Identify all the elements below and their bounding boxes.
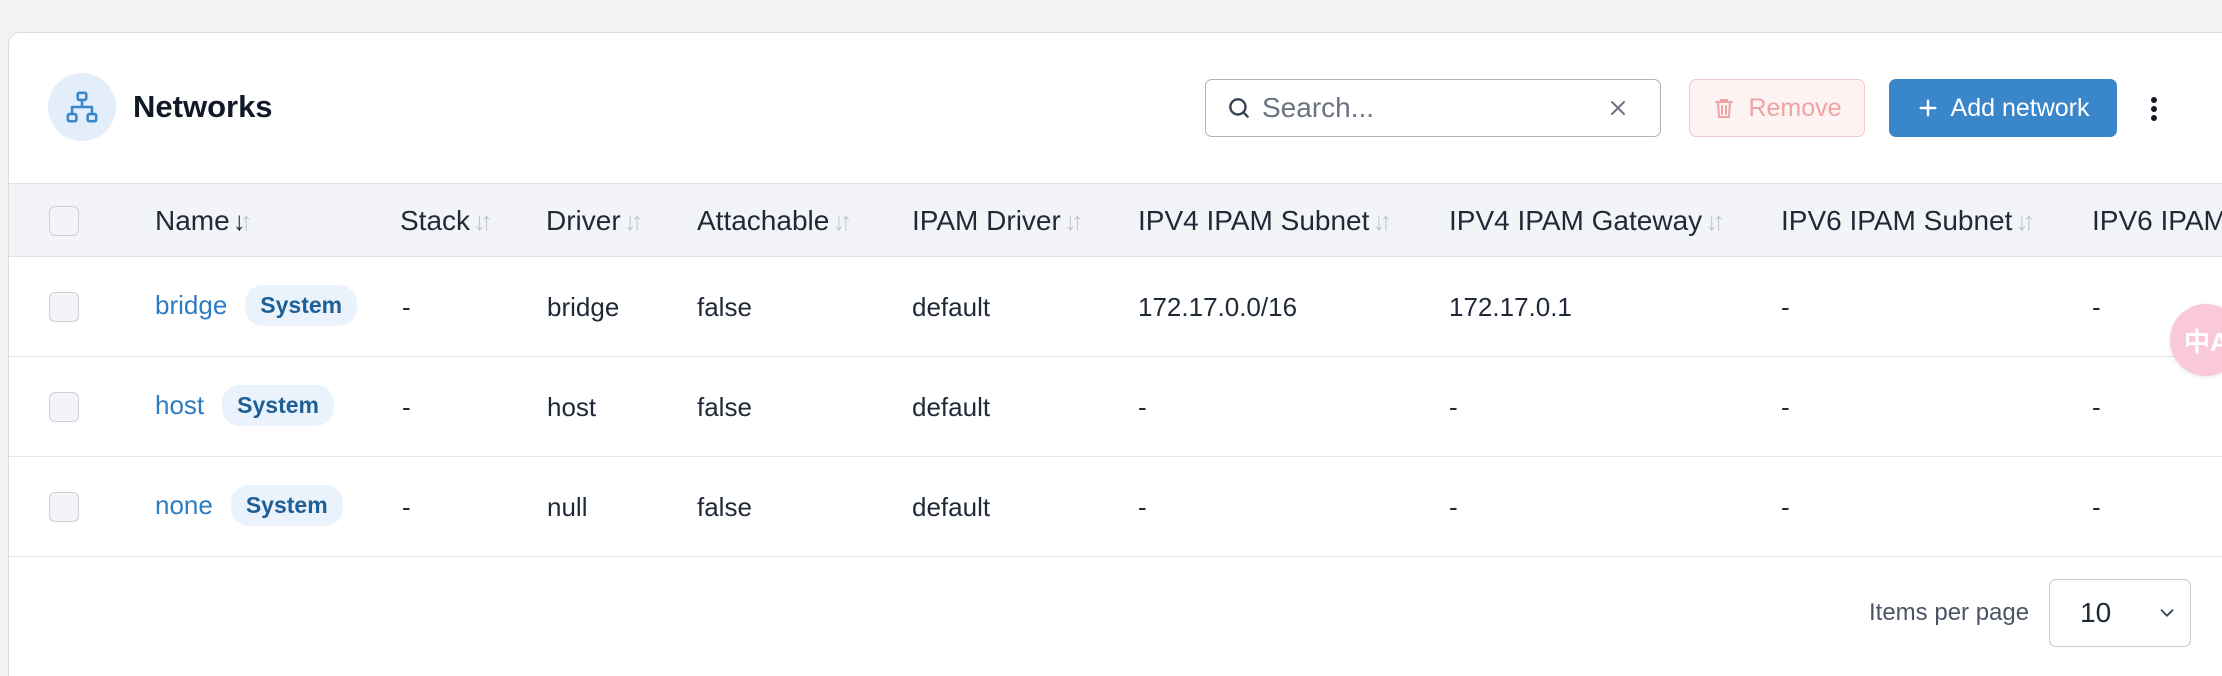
network-name-link[interactable]: none bbox=[155, 490, 213, 521]
chevron-down-icon bbox=[2160, 609, 2174, 617]
column-header-attachable[interactable]: Attachable ↓↑ bbox=[697, 205, 852, 237]
column-header-name[interactable]: Name ↓↑ bbox=[155, 205, 253, 237]
name-cell: host System bbox=[155, 385, 334, 426]
ipv6-subnet-cell: - bbox=[1781, 292, 1790, 322]
column-header-driver[interactable]: Driver ↓↑ bbox=[546, 205, 644, 237]
ipv4-gateway-cell: 172.17.0.1 bbox=[1449, 292, 1572, 322]
row-checkbox[interactable] bbox=[49, 392, 79, 422]
networks-panel: Networks Remove Add network bbox=[8, 32, 2222, 676]
sort-icon: ↓↑ bbox=[1063, 205, 1084, 236]
attachable-cell: false bbox=[697, 492, 752, 522]
sort-icon: ↓↑ bbox=[623, 205, 644, 236]
column-header-ipam-driver[interactable]: IPAM Driver ↓↑ bbox=[912, 205, 1084, 237]
more-vertical-icon bbox=[2151, 97, 2157, 121]
ipam-driver-cell: default bbox=[912, 492, 991, 522]
items-per-page-select[interactable]: 10 bbox=[2049, 579, 2191, 647]
remove-button[interactable]: Remove bbox=[1689, 79, 1865, 137]
sort-icon: ↓↑ bbox=[1705, 205, 1725, 236]
sort-icon: ↓↑ bbox=[232, 205, 253, 236]
remove-label: Remove bbox=[1748, 93, 1842, 122]
ipv4-gateway-cell: - bbox=[1449, 492, 1458, 522]
add-network-button[interactable]: Add network bbox=[1889, 79, 2117, 137]
ipv4-subnet-cell: - bbox=[1138, 392, 1147, 422]
system-badge: System bbox=[222, 385, 334, 426]
table-row: bridge System - bridge false default 172… bbox=[9, 257, 2222, 357]
ipv4-subnet-cell: 172.17.0.0/16 bbox=[1138, 292, 1298, 322]
stack-cell: - bbox=[402, 492, 411, 522]
system-badge: System bbox=[245, 285, 358, 326]
column-header-stack[interactable]: Stack ↓↑ bbox=[400, 205, 493, 237]
add-network-label: Add network bbox=[1950, 93, 2090, 122]
driver-cell: bridge bbox=[547, 292, 620, 322]
name-cell: none System bbox=[155, 485, 343, 526]
trash-icon bbox=[1715, 99, 1734, 118]
ipv6-gateway-cell: - bbox=[2092, 492, 2101, 522]
plus-icon bbox=[1918, 99, 1937, 117]
driver-cell: null bbox=[547, 492, 588, 522]
column-header-ipv4-gateway[interactable]: IPV4 IPAM Gateway ↓↑ bbox=[1449, 205, 1725, 237]
sort-icon: ↓↑ bbox=[2015, 205, 2035, 236]
sort-icon: ↓↑ bbox=[832, 205, 852, 236]
table-row: host System - host false default - - - - bbox=[9, 357, 2222, 457]
select-all-checkbox[interactable] bbox=[49, 206, 79, 236]
attachable-cell: false bbox=[697, 392, 752, 422]
ipv6-gateway-cell: - bbox=[2092, 392, 2101, 422]
ipv4-gateway-cell: - bbox=[1449, 392, 1458, 422]
search-input[interactable] bbox=[1262, 88, 1602, 128]
name-cell: bridge System bbox=[155, 285, 358, 326]
table-header: Name ↓↑ Stack ↓↑ Driver ↓↑ Attachable ↓↑… bbox=[9, 183, 2222, 257]
items-per-page-value: 10 bbox=[2080, 597, 2112, 628]
stack-cell: - bbox=[402, 392, 411, 422]
page-title: Networks bbox=[133, 89, 273, 124]
row-checkbox[interactable] bbox=[49, 492, 79, 522]
stack-cell: - bbox=[402, 292, 411, 322]
network-icon bbox=[48, 73, 116, 141]
search-icon bbox=[1229, 98, 1249, 118]
panel-header: Networks Remove Add network bbox=[9, 33, 2222, 183]
table-row: none System - null false default - - - - bbox=[9, 457, 2222, 557]
ipv4-subnet-cell: - bbox=[1138, 492, 1147, 522]
column-header-ipv6-subnet[interactable]: IPV6 IPAM Subnet ↓↑ bbox=[1781, 205, 2035, 237]
sort-icon: ↓↑ bbox=[1372, 205, 1392, 236]
ipv6-subnet-cell: - bbox=[1781, 492, 1790, 522]
ipam-driver-cell: default bbox=[912, 392, 991, 422]
column-header-ipv6-gateway[interactable]: IPV6 IPAM bbox=[2092, 205, 2222, 237]
items-per-page-label: Items per page bbox=[1869, 599, 2030, 626]
ipv6-subnet-cell: - bbox=[1781, 392, 1790, 422]
ipam-driver-cell: default bbox=[912, 292, 991, 322]
row-checkbox[interactable] bbox=[49, 292, 79, 322]
column-header-ipv4-subnet[interactable]: IPV4 IPAM Subnet ↓↑ bbox=[1138, 205, 1392, 237]
ipv6-gateway-cell: - bbox=[2092, 292, 2101, 322]
close-icon[interactable] bbox=[1606, 96, 1630, 120]
translate-icon: 中A bbox=[2184, 326, 2222, 357]
more-options-button[interactable] bbox=[2139, 89, 2169, 129]
attachable-cell: false bbox=[697, 292, 752, 322]
search-box[interactable] bbox=[1205, 79, 1661, 137]
network-name-link[interactable]: bridge bbox=[155, 290, 227, 321]
sort-icon: ↓↑ bbox=[473, 205, 493, 236]
system-badge: System bbox=[230, 485, 343, 526]
driver-cell: host bbox=[547, 392, 597, 422]
network-name-link[interactable]: host bbox=[155, 390, 204, 421]
